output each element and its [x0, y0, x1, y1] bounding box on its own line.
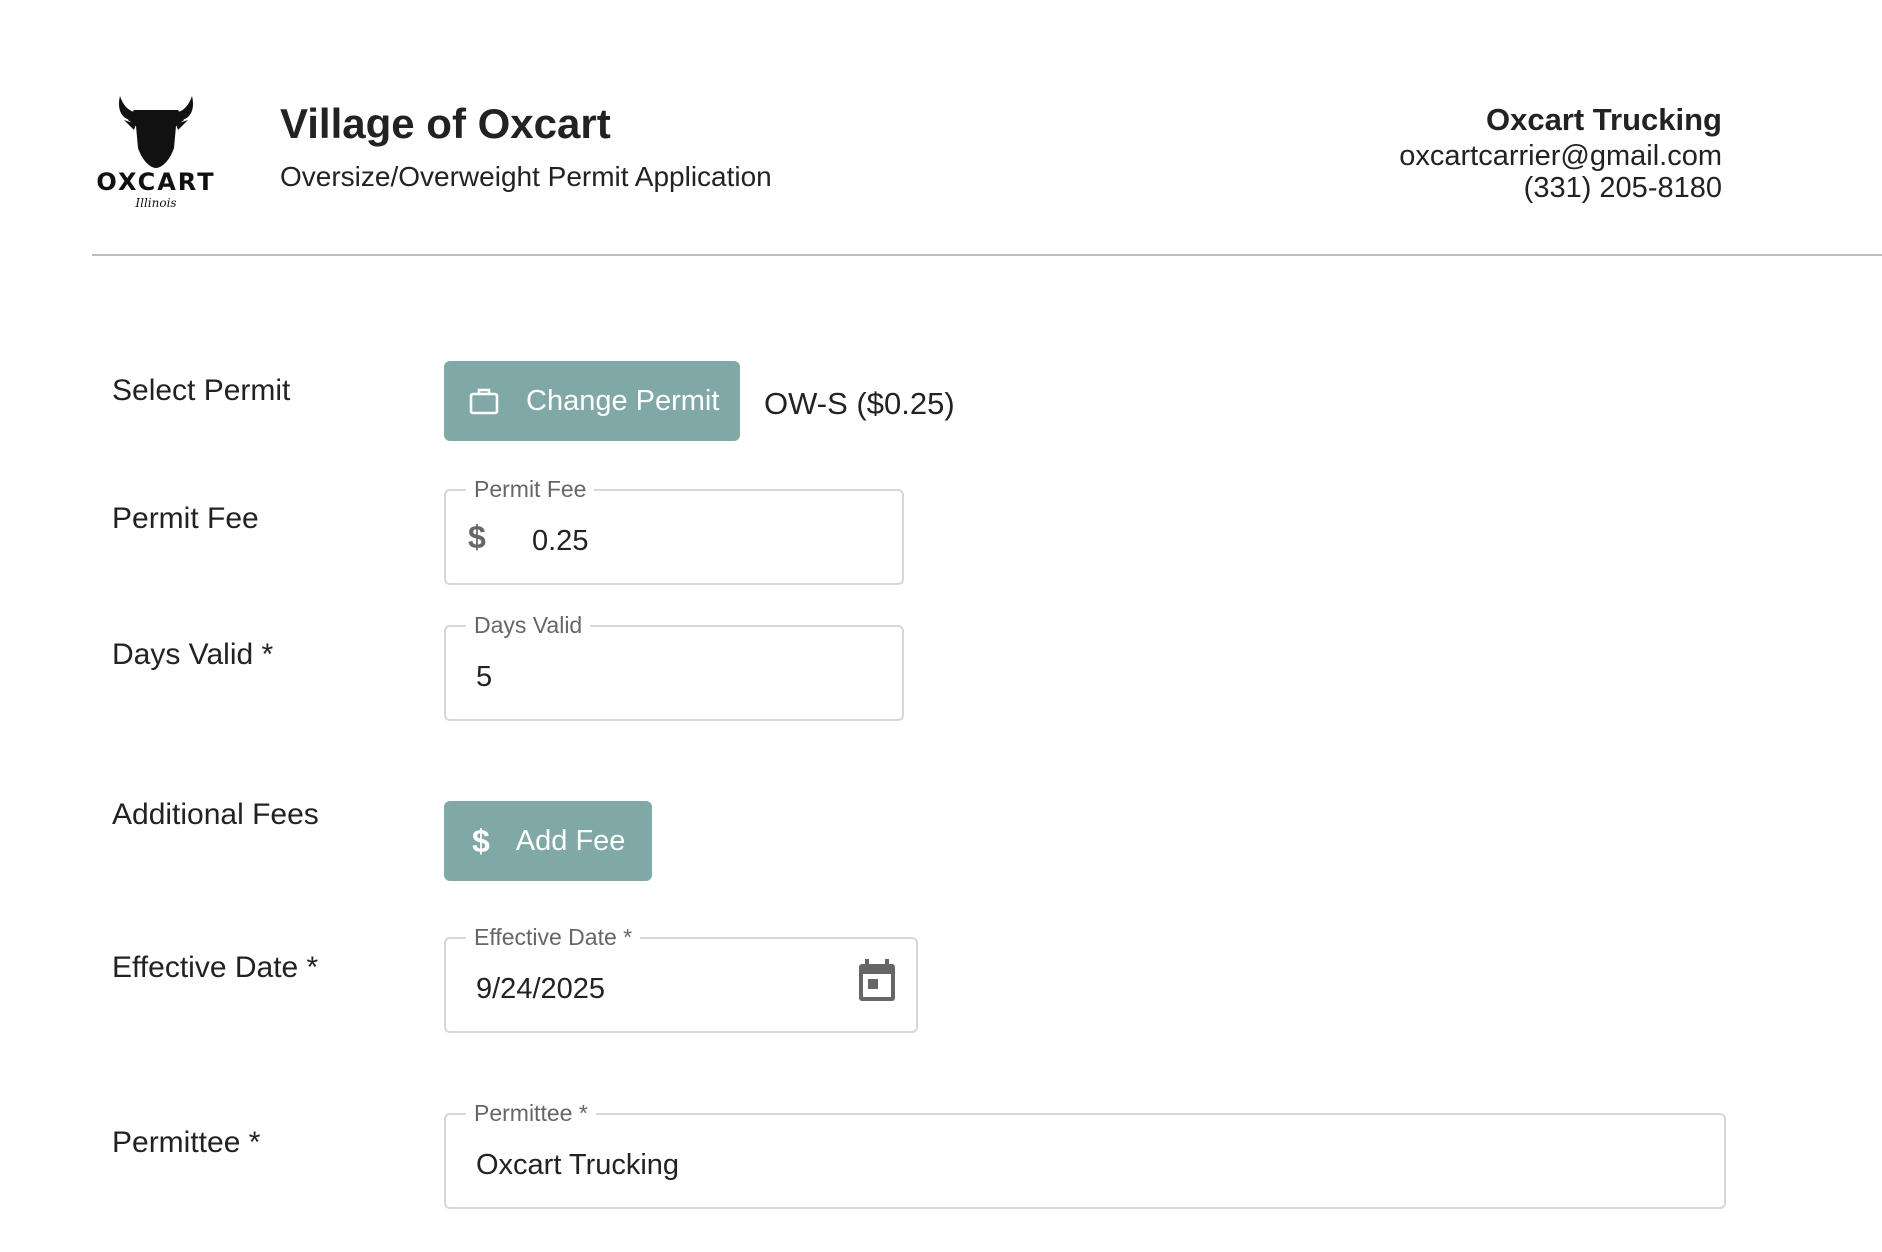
change-permit-button[interactable]: Change Permit	[444, 361, 740, 441]
permit-fee-field: Permit Fee $	[444, 475, 904, 585]
add-fee-label: Add Fee	[515, 824, 626, 857]
days-valid-label: Days Valid *	[112, 638, 274, 671]
page-subtitle: Oversize/Overweight Permit Application	[280, 161, 772, 192]
permit-application-page: OXCART Illinois Village of Oxcart Oversi…	[0, 0, 1882, 1252]
logo-wordmark: OXCART	[96, 168, 216, 196]
days-valid-field: Days Valid	[444, 611, 904, 721]
effective-date-label: Effective Date *	[112, 951, 319, 984]
logo-state: Illinois	[135, 196, 177, 210]
dollar-icon: $	[468, 519, 486, 555]
calendar-icon[interactable]	[856, 957, 898, 1003]
additional-fees-label: Additional Fees	[112, 798, 319, 831]
change-permit-label: Change Permit	[526, 384, 720, 417]
add-fee-button[interactable]: $ Add Fee	[444, 801, 652, 881]
effective-date-input[interactable]	[476, 939, 816, 1031]
bull-head-icon	[118, 96, 194, 168]
permittee-field: Permittee *	[444, 1099, 1726, 1209]
permittee-input[interactable]	[476, 1115, 1676, 1207]
days-valid-input[interactable]	[476, 627, 876, 719]
village-logo: OXCART Illinois	[96, 90, 216, 210]
briefcase-icon	[468, 385, 500, 417]
dollar-icon: $	[472, 822, 490, 859]
page-title: Village of Oxcart	[280, 100, 611, 147]
carrier-info: Oxcart Trucking oxcartcarrier@gmail.com …	[1399, 100, 1722, 204]
carrier-name: Oxcart Trucking	[1485, 102, 1722, 137]
header-divider	[92, 254, 1882, 256]
selected-permit-code: OW-S ($0.25)	[764, 386, 955, 421]
permittee-label: Permittee *	[112, 1126, 261, 1159]
carrier-email: oxcartcarrier@gmail.com	[1399, 140, 1722, 172]
carrier-phone: (331) 205-8180	[1523, 172, 1722, 204]
select-permit-label: Select Permit	[112, 374, 291, 407]
effective-date-field: Effective Date *	[444, 923, 918, 1033]
permit-fee-label: Permit Fee	[112, 502, 259, 535]
permit-fee-input[interactable]	[532, 491, 872, 583]
